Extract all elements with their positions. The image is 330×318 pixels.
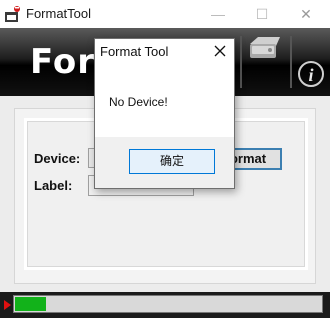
minimize-button[interactable]: — bbox=[200, 0, 236, 28]
ok-button[interactable]: 确定 bbox=[129, 149, 215, 174]
hard-disk-icon[interactable] bbox=[246, 34, 282, 64]
close-button[interactable]: ✕ bbox=[288, 0, 324, 28]
progress-fill bbox=[15, 297, 46, 311]
device-label: Device: bbox=[34, 151, 81, 166]
info-glyph: i bbox=[308, 65, 313, 85]
dialog-title: Format Tool bbox=[100, 44, 169, 59]
app-logo-icon bbox=[5, 6, 20, 22]
dialog-footer: 确定 bbox=[95, 137, 234, 188]
title-bar: FormatTool — ☐ ✕ bbox=[0, 0, 330, 28]
play-marker-icon bbox=[4, 300, 11, 310]
maximize-button[interactable]: ☐ bbox=[244, 0, 280, 28]
dialog-message: No Device! bbox=[109, 95, 168, 109]
message-dialog: Format Tool No Device! 确定 bbox=[94, 38, 235, 189]
label-label: Label: bbox=[34, 178, 73, 193]
progress-bar bbox=[13, 295, 323, 313]
info-icon[interactable]: i bbox=[298, 58, 324, 90]
window-title: FormatTool bbox=[26, 6, 92, 21]
banner-divider bbox=[240, 36, 242, 88]
dialog-close-icon[interactable] bbox=[209, 41, 231, 61]
banner-divider bbox=[290, 36, 292, 88]
